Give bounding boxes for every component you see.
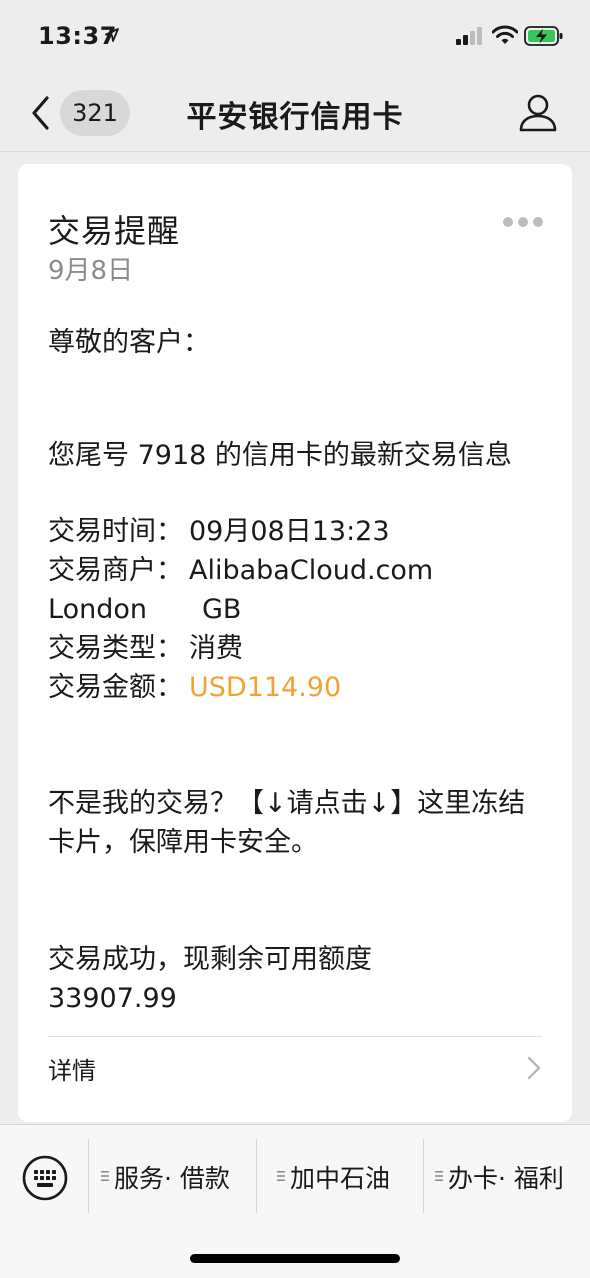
row-value: 09月08日13:23 <box>189 516 390 547</box>
signal-icon <box>456 27 482 45</box>
menu-lines-icon <box>101 1171 109 1181</box>
merchant-row: 交易商户： AlibabaCloud.com <box>48 551 433 590</box>
menu-label: 服务· 借款 <box>114 1164 230 1193</box>
transaction-amount-row: 交易金额： USD114.90 <box>48 668 341 707</box>
menu-label: 办卡· 福利 <box>448 1164 564 1193</box>
card-date: 9月8日 <box>48 256 134 286</box>
menu-label: 加中石油 <box>290 1164 391 1193</box>
success-line: 交易成功，现剩余可用额度 <box>48 944 372 975</box>
row-value: AlibabaCloud.com <box>189 555 434 586</box>
message-card: 交易提醒 9月8日 尊敬的客户： 您尾号 7918 的信用卡的最新交易信息 交易… <box>18 164 572 1122</box>
menu-separator <box>423 1139 424 1213</box>
location-city: London <box>48 594 147 625</box>
menu-separator <box>88 1139 89 1213</box>
battery-charging-icon <box>524 26 563 46</box>
available-credit-text: 交易成功，现剩余可用额度 33907.99 <box>48 940 528 1018</box>
chevron-right-icon <box>527 1056 541 1080</box>
more-dots-icon[interactable] <box>502 216 544 228</box>
menu-service-loan[interactable]: 服务· 借款 <box>100 1125 250 1229</box>
nav-bar: 321 平安银行信用卡 <box>0 76 590 152</box>
home-indicator <box>190 1254 400 1263</box>
row-label: 交易时间： <box>48 516 183 547</box>
row-value: 消费 <box>189 633 243 664</box>
menu-lines-icon <box>277 1171 285 1181</box>
menu-separator <box>256 1139 257 1213</box>
merchant-location-row: London GB <box>48 590 241 629</box>
intro-text: 您尾号 7918 的信用卡的最新交易信息 <box>48 440 512 471</box>
transaction-time-row: 交易时间： 09月08日13:23 <box>48 512 390 551</box>
row-label: 交易金额： <box>48 672 183 703</box>
freeze-card-link[interactable]: 不是我的交易？【↓请点击↓】这里冻结卡片，保障用卡安全。 <box>48 784 538 862</box>
menu-card-benefits[interactable]: 办卡· 福利 <box>434 1125 584 1229</box>
card-title: 交易提醒 <box>48 212 181 250</box>
profile-icon[interactable] <box>518 92 558 134</box>
details-label: 详情 <box>48 1057 96 1085</box>
menu-lines-icon <box>435 1171 443 1181</box>
keyboard-icon <box>22 1155 68 1201</box>
keyboard-toggle-button[interactable] <box>0 1125 88 1229</box>
available-credit-value: 33907.99 <box>48 983 177 1014</box>
details-link[interactable]: 详情 <box>18 1037 572 1099</box>
wifi-icon <box>492 25 518 44</box>
menu-sinopec[interactable]: 加中石油 <box>276 1125 416 1229</box>
greeting-text: 尊敬的客户： <box>48 327 210 358</box>
location-arrow-icon <box>105 28 119 42</box>
transaction-type-row: 交易类型： 消费 <box>48 629 243 668</box>
page-title: 平安银行信用卡 <box>186 100 404 135</box>
row-label: 交易商户： <box>48 555 183 586</box>
status-bar: 13:37 <box>0 0 590 76</box>
location-country: GB <box>202 594 242 625</box>
amount-value: USD114.90 <box>189 672 342 703</box>
row-label: 交易类型： <box>48 633 183 664</box>
